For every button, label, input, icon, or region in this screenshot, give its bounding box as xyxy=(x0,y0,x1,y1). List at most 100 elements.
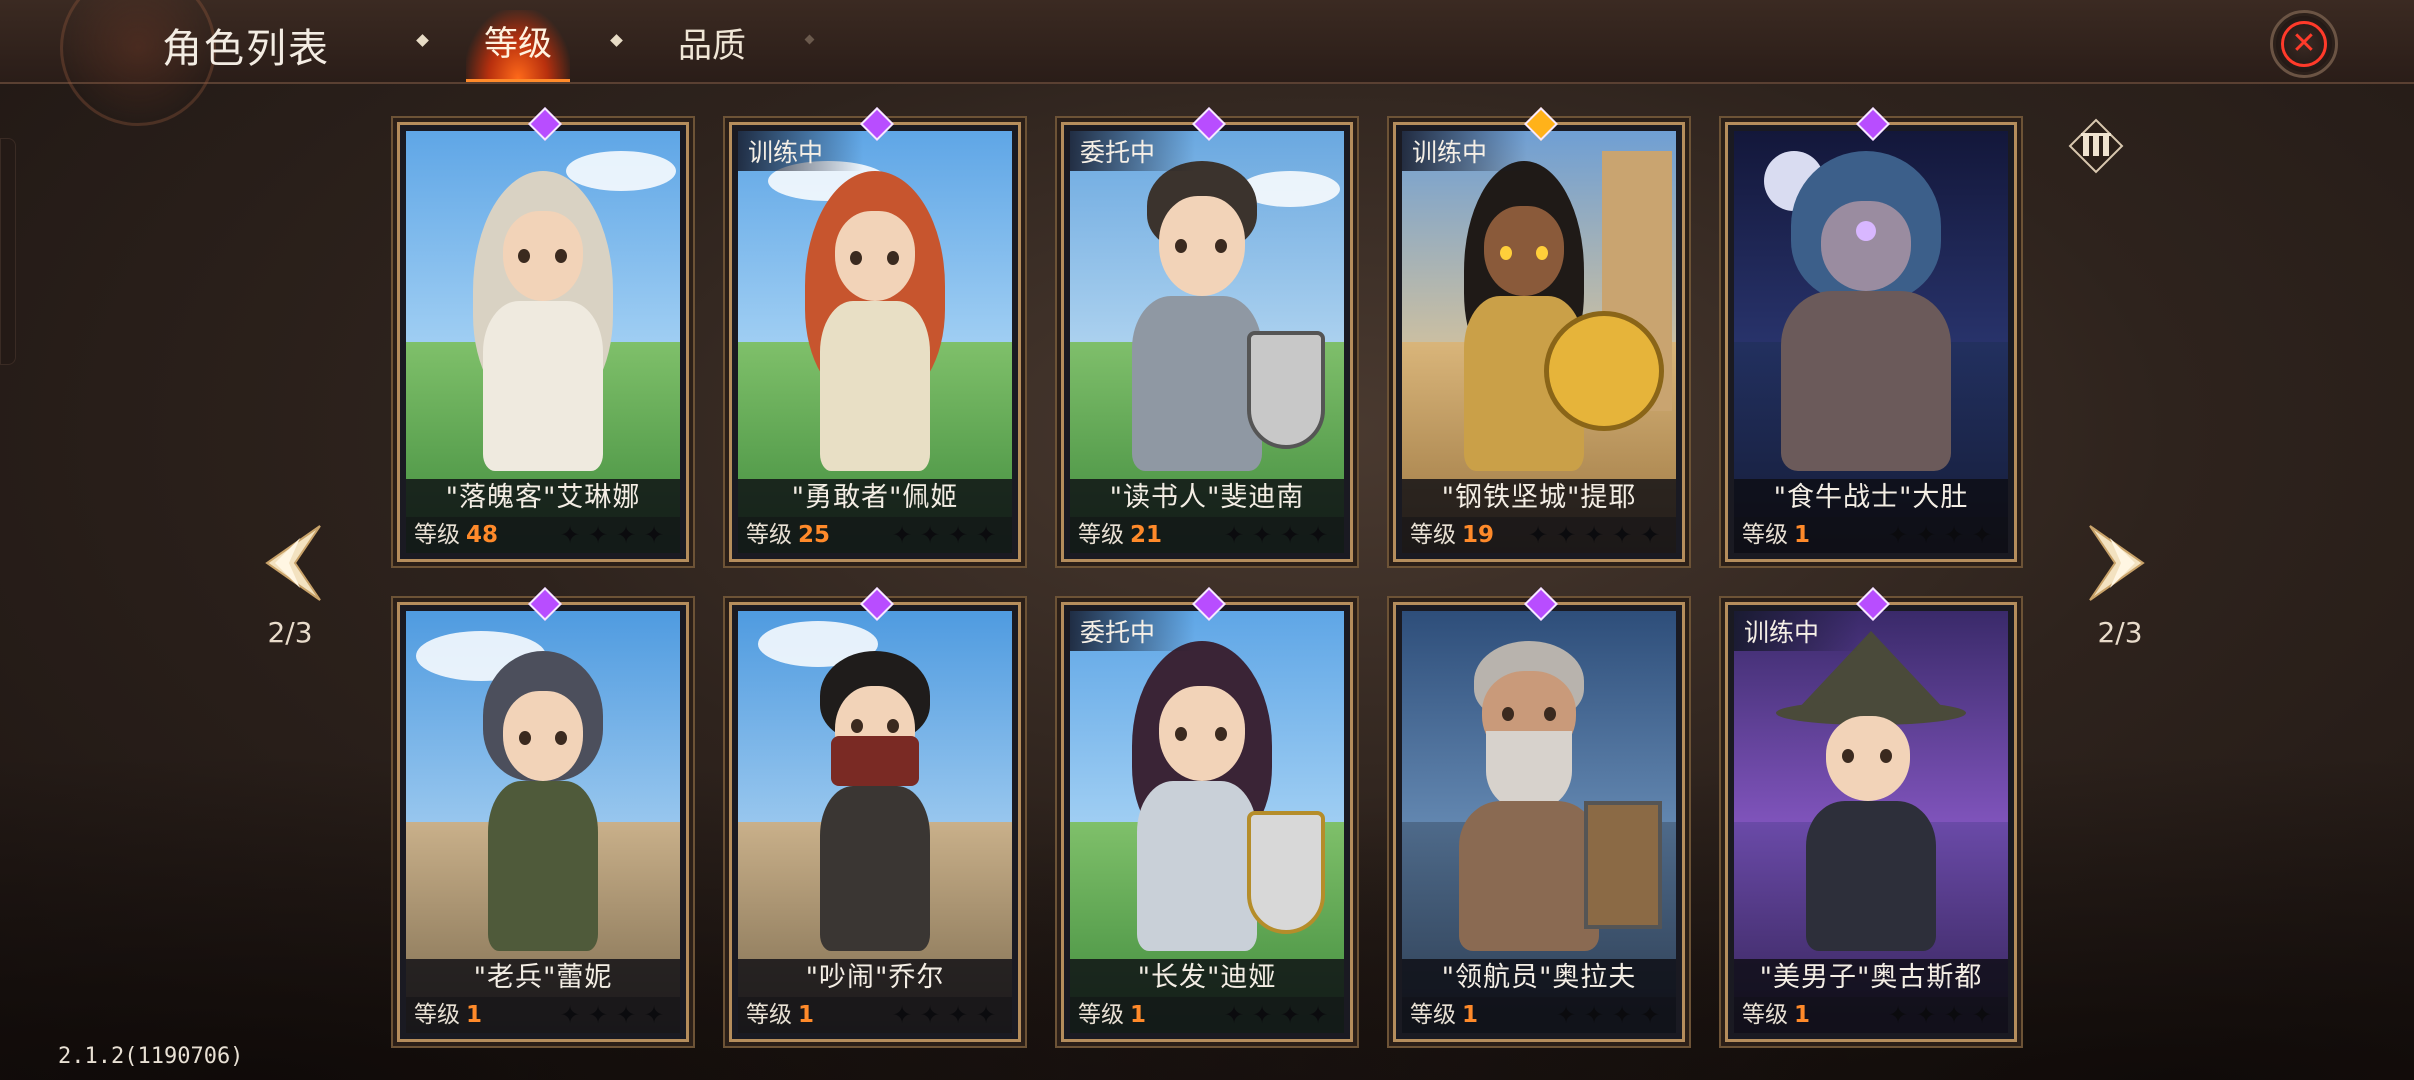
page-indicator: 2/3 xyxy=(2097,616,2143,649)
prev-page-button[interactable]: 2/3 xyxy=(230,518,350,649)
star-icon: ✦ xyxy=(1612,1001,1633,1029)
status-badge: 训练中 xyxy=(738,131,864,171)
character-card[interactable]: 委托中 "读书人"斐迪南 等级 21 ✦ ✦ ✦ ✦ xyxy=(1061,122,1353,562)
star-icon: ✦ xyxy=(976,1001,997,1029)
level-label: 等级 xyxy=(746,1002,792,1028)
star-icon: ✦ xyxy=(1556,521,1577,549)
star-icon: ✦ xyxy=(920,1001,941,1029)
level-value: 19 xyxy=(1462,522,1495,548)
level-value: 1 xyxy=(798,1002,815,1028)
star-icon: ✦ xyxy=(560,1001,581,1029)
character-name: "读书人"斐迪南 xyxy=(1070,479,1344,517)
sort-icon[interactable] xyxy=(2068,118,2124,174)
tab-level[interactable]: 等级 xyxy=(466,10,570,82)
star-icon: ✦ xyxy=(920,521,941,549)
star-icon: ✦ xyxy=(588,521,609,549)
chevron-right-icon xyxy=(2089,525,2145,601)
star-icon: ✦ xyxy=(1972,1001,1993,1029)
star-icon: ✦ xyxy=(1308,521,1329,549)
tab-quality[interactable]: 品质 xyxy=(678,18,746,67)
star-icon: ✦ xyxy=(1528,521,1549,549)
character-name: "长发"迪娅 xyxy=(1070,959,1344,997)
level-row: 等级 19 ✦ ✦ ✦ ✦ ✦ xyxy=(1402,517,1676,553)
status-badge: 训练中 xyxy=(1734,611,1860,651)
level-label: 等级 xyxy=(746,522,792,548)
character-card[interactable]: 训练中 "勇敢者"佩姬 等级 25 ✦ ✦ ✦ ✦ xyxy=(729,122,1021,562)
level-label: 等级 xyxy=(1410,522,1456,548)
star-icon: ✦ xyxy=(892,521,913,549)
star-rating: ✦ ✦ ✦ ✦ xyxy=(560,997,666,1033)
character-name: "勇敢者"佩姬 xyxy=(738,479,1012,517)
star-icon: ✦ xyxy=(616,521,637,549)
star-icon: ✦ xyxy=(1972,521,1993,549)
character-name: "落魄客"艾琳娜 xyxy=(406,479,680,517)
level-value: 1 xyxy=(1794,1002,1811,1028)
star-icon: ✦ xyxy=(588,1001,609,1029)
star-icon: ✦ xyxy=(892,1001,913,1029)
character-name: "老兵"蕾妮 xyxy=(406,959,680,997)
level-row: 等级 1 ✦ ✦ ✦ ✦ xyxy=(1734,517,2008,553)
star-icon: ✦ xyxy=(1916,1001,1937,1029)
status-badge: 训练中 xyxy=(1402,131,1528,171)
page-title: 角色列表 xyxy=(162,26,330,72)
character-card[interactable]: "落魄客"艾琳娜 等级 48 ✦ ✦ ✦ ✦ xyxy=(397,122,689,562)
level-label: 等级 xyxy=(414,1002,460,1028)
character-name: "美男子"奥古斯都 xyxy=(1734,959,2008,997)
level-value: 25 xyxy=(798,522,831,548)
star-icon: ✦ xyxy=(644,1001,665,1029)
star-icon: ✦ xyxy=(1252,521,1273,549)
version-label: 2.1.2(1190706) xyxy=(58,1044,244,1069)
star-icon: ✦ xyxy=(1224,1001,1245,1029)
star-icon: ✦ xyxy=(1944,521,1965,549)
side-drawer-handle[interactable] xyxy=(0,138,16,365)
level-row: 等级 1 ✦ ✦ ✦ ✦ xyxy=(1402,997,1676,1033)
star-rating: ✦ ✦ ✦ ✦ xyxy=(1888,997,1994,1033)
character-card[interactable]: "领航员"奥拉夫 等级 1 ✦ ✦ ✦ ✦ xyxy=(1393,602,1685,1042)
character-card[interactable]: "老兵"蕾妮 等级 1 ✦ ✦ ✦ ✦ xyxy=(397,602,689,1042)
star-icon: ✦ xyxy=(1888,521,1909,549)
close-icon: ✕ xyxy=(2281,21,2327,67)
chevron-left-icon xyxy=(265,525,321,601)
character-card[interactable]: 训练中 "钢铁坚城"提耶 等级 19 ✦ ✦ ✦ ✦ ✦ xyxy=(1393,122,1685,562)
character-card[interactable]: "食牛战士"大肚 等级 1 ✦ ✦ ✦ ✦ xyxy=(1725,122,2017,562)
level-row: 等级 1 ✦ ✦ ✦ ✦ xyxy=(1734,997,2008,1033)
level-label: 等级 xyxy=(1410,1002,1456,1028)
star-rating: ✦ ✦ ✦ ✦ ✦ xyxy=(1528,517,1662,553)
star-icon: ✦ xyxy=(976,521,997,549)
star-icon: ✦ xyxy=(1224,521,1245,549)
level-value: 1 xyxy=(466,1002,483,1028)
level-label: 等级 xyxy=(1742,1002,1788,1028)
star-rating: ✦ ✦ ✦ ✦ xyxy=(1224,517,1330,553)
level-value: 1 xyxy=(1130,1002,1147,1028)
star-icon: ✦ xyxy=(1888,1001,1909,1029)
level-label: 等级 xyxy=(1742,522,1788,548)
star-icon: ✦ xyxy=(1612,521,1633,549)
star-icon: ✦ xyxy=(1252,1001,1273,1029)
star-rating: ✦ ✦ ✦ ✦ xyxy=(1224,997,1330,1033)
star-icon: ✦ xyxy=(948,521,969,549)
character-name: "吵闹"乔尔 xyxy=(738,959,1012,997)
star-icon: ✦ xyxy=(560,521,581,549)
level-label: 等级 xyxy=(1078,522,1124,548)
character-card[interactable]: 委托中 "长发"迪娅 等级 1 ✦ ✦ ✦ ✦ xyxy=(1061,602,1353,1042)
star-icon: ✦ xyxy=(1640,521,1661,549)
level-row: 等级 21 ✦ ✦ ✦ ✦ xyxy=(1070,517,1344,553)
star-icon: ✦ xyxy=(1584,1001,1605,1029)
star-icon: ✦ xyxy=(1556,1001,1577,1029)
tab-separator-icon xyxy=(610,34,623,47)
level-row: 等级 1 ✦ ✦ ✦ ✦ xyxy=(1070,997,1344,1033)
level-row: 等级 1 ✦ ✦ ✦ ✦ xyxy=(406,997,680,1033)
level-value: 21 xyxy=(1130,522,1163,548)
star-icon: ✦ xyxy=(644,521,665,549)
character-name: "领航员"奥拉夫 xyxy=(1402,959,1676,997)
star-icon: ✦ xyxy=(616,1001,637,1029)
character-card[interactable]: "吵闹"乔尔 等级 1 ✦ ✦ ✦ ✦ xyxy=(729,602,1021,1042)
status-badge: 委托中 xyxy=(1070,131,1196,171)
character-name: "钢铁坚城"提耶 xyxy=(1402,479,1676,517)
next-page-button[interactable]: 2/3 xyxy=(2060,518,2180,649)
status-badge: 委托中 xyxy=(1070,611,1196,651)
character-card[interactable]: 训练中 "美男子"奥古斯都 等级 1 ✦ ✦ ✦ ✦ xyxy=(1725,602,2017,1042)
star-icon: ✦ xyxy=(1280,521,1301,549)
star-rating: ✦ ✦ ✦ ✦ xyxy=(892,997,998,1033)
close-button[interactable]: ✕ xyxy=(2270,10,2338,78)
